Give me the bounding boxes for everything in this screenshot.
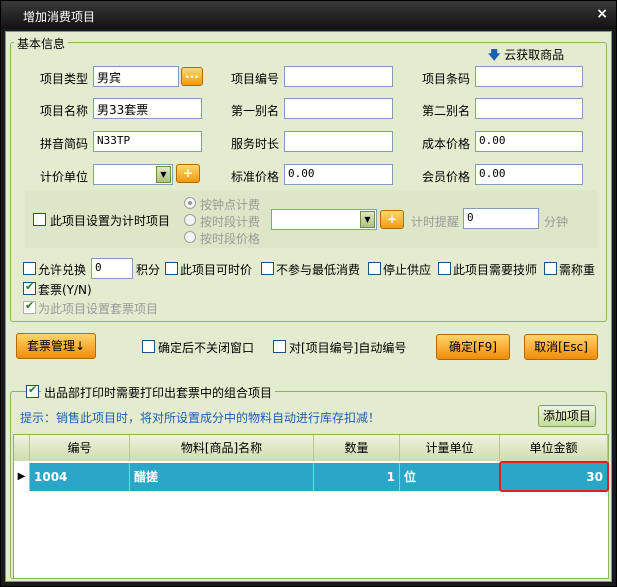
column-header-name[interactable]: 物料[商品]名称 bbox=[130, 435, 314, 461]
code-field[interactable] bbox=[284, 66, 393, 87]
barcode-label: 项目条码 bbox=[422, 72, 471, 86]
radio-by-hour[interactable] bbox=[184, 197, 196, 209]
radio-period-price-label: 按时段价格 bbox=[200, 232, 261, 246]
tech-label: 此项目需要技师 bbox=[453, 263, 538, 277]
timeprice-label: 此项目可时价 bbox=[180, 263, 253, 277]
chevron-down-icon[interactable]: ▼ bbox=[360, 211, 375, 228]
remind-unit: 分钟 bbox=[544, 215, 569, 229]
combo-print-label: 出品部打印时需要打印出套票中的组合项目 bbox=[41, 384, 276, 401]
set-package-label: 为此项目设置套票项目 bbox=[38, 302, 159, 316]
row-indicator-header bbox=[14, 435, 30, 461]
std-price-label: 标准价格 bbox=[231, 170, 280, 184]
exchange-points-field[interactable]: 0 bbox=[91, 258, 133, 279]
radio-by-period-label: 按时段计费 bbox=[200, 215, 261, 229]
timeprice-checkbox[interactable] bbox=[165, 262, 178, 275]
duration-label: 服务时长 bbox=[231, 137, 280, 151]
points-label: 积分 bbox=[136, 263, 161, 277]
member-price-label: 会员价格 bbox=[422, 170, 471, 184]
hint-text: 提示：销售此项目时，将对所设置成分中的物料自动进行库存扣减！ bbox=[20, 411, 381, 425]
code-label: 项目编号 bbox=[231, 72, 280, 86]
cloud-fetch-label: 云获取商品 bbox=[504, 48, 565, 62]
cell-unit[interactable]: 位 bbox=[400, 463, 500, 491]
timed-checkbox[interactable] bbox=[33, 213, 46, 226]
keep-open-label: 确定后不关闭窗口 bbox=[158, 341, 255, 355]
package-management-button[interactable]: 套票管理↓ bbox=[16, 333, 96, 359]
period-select[interactable]: ▼ bbox=[271, 209, 377, 230]
alias1-field[interactable] bbox=[284, 98, 393, 119]
unit-label: 计价单位 bbox=[40, 170, 89, 184]
type-browse-button[interactable]: ... bbox=[181, 67, 203, 86]
stop-supply-checkbox[interactable] bbox=[368, 262, 381, 275]
name-field[interactable]: 男33套票 bbox=[93, 98, 202, 119]
set-package-checkbox[interactable] bbox=[23, 299, 36, 314]
combo-table: 编号 物料[商品]名称 数量 计量单位 单位金额 ▶ 1004 醋搓 1 位 3… bbox=[13, 434, 609, 579]
download-arrow-icon: 🡇 bbox=[488, 48, 501, 62]
type-label: 项目类型 bbox=[40, 72, 89, 86]
column-header-unit[interactable]: 计量单位 bbox=[400, 435, 500, 461]
alias2-label: 第二别名 bbox=[422, 104, 471, 118]
unit-add-button[interactable]: + bbox=[176, 164, 200, 183]
weigh-label: 需称重 bbox=[559, 263, 596, 277]
auto-number-checkbox[interactable] bbox=[273, 340, 286, 353]
dialog-body: 基本信息 🡇 云获取商品 项目类型 男宾 ... 项目编号 项目条码 项目名称 … bbox=[5, 31, 612, 582]
pinyin-label: 拼音简码 bbox=[40, 137, 89, 151]
radio-by-hour-label: 按钟点计费 bbox=[200, 198, 261, 212]
column-header-price[interactable]: 单位金额 bbox=[500, 435, 608, 461]
close-icon[interactable]: × bbox=[596, 6, 608, 22]
pinyin-field[interactable]: N33TP bbox=[93, 131, 202, 152]
duration-field[interactable] bbox=[284, 131, 393, 152]
radio-period-price[interactable] bbox=[184, 231, 196, 243]
alias1-label: 第一别名 bbox=[231, 104, 280, 118]
remind-label: 计时提醒 bbox=[411, 215, 460, 229]
package-checkbox[interactable] bbox=[23, 280, 36, 295]
row-pointer-icon: ▶ bbox=[14, 463, 30, 491]
package-label: 套票(Y/N) bbox=[38, 283, 92, 297]
period-add-button[interactable]: + bbox=[380, 210, 404, 229]
no-min-label: 不参与最低消费 bbox=[276, 263, 361, 277]
basic-info-legend: 基本信息 bbox=[14, 35, 69, 52]
weigh-checkbox[interactable] bbox=[544, 262, 557, 275]
column-header-code[interactable]: 编号 bbox=[30, 435, 130, 461]
remind-field[interactable]: 0 bbox=[463, 208, 539, 229]
keep-open-checkbox[interactable] bbox=[142, 340, 155, 353]
ok-button[interactable]: 确定[F9] bbox=[436, 334, 510, 360]
window-title: 增加消费项目 bbox=[23, 10, 96, 24]
member-price-field[interactable]: 0.00 bbox=[475, 164, 583, 185]
title-bar[interactable]: 增加消费项目 × bbox=[1, 1, 616, 29]
cell-qty[interactable]: 1 bbox=[314, 463, 400, 491]
auto-number-label: 对[项目编号]自动编号 bbox=[289, 341, 407, 355]
alias2-field[interactable] bbox=[475, 98, 583, 119]
add-item-button[interactable]: 添加项目 bbox=[538, 405, 596, 427]
exchange-label: 允许兑换 bbox=[38, 263, 87, 277]
column-header-qty[interactable]: 数量 bbox=[314, 435, 400, 461]
exchange-checkbox[interactable] bbox=[23, 262, 36, 275]
dialog-window: 增加消费项目 × 基本信息 🡇 云获取商品 项目类型 男宾 ... 项目编号 项… bbox=[0, 0, 617, 587]
name-label: 项目名称 bbox=[40, 104, 89, 118]
radio-by-period[interactable] bbox=[184, 214, 196, 226]
cost-label: 成本价格 bbox=[422, 137, 471, 151]
cost-field[interactable]: 0.00 bbox=[475, 131, 583, 152]
unit-select[interactable]: ▼ bbox=[93, 164, 173, 185]
tech-checkbox[interactable] bbox=[438, 262, 451, 275]
cancel-button[interactable]: 取消[Esc] bbox=[524, 334, 598, 360]
combo-print-checkbox[interactable] bbox=[26, 383, 39, 398]
type-field[interactable]: 男宾 bbox=[93, 66, 179, 87]
chevron-down-icon[interactable]: ▼ bbox=[156, 166, 171, 183]
no-min-checkbox[interactable] bbox=[261, 262, 274, 275]
std-price-field[interactable]: 0.00 bbox=[284, 164, 393, 185]
cloud-fetch-button[interactable]: 🡇 云获取商品 bbox=[488, 46, 564, 67]
highlight-box bbox=[499, 461, 609, 492]
timed-checkbox-label: 此项目设置为计时项目 bbox=[50, 214, 171, 228]
cell-name[interactable]: 醋搓 bbox=[130, 463, 314, 491]
stop-supply-label: 停止供应 bbox=[383, 263, 432, 277]
cell-code[interactable]: 1004 bbox=[30, 463, 130, 491]
barcode-field[interactable] bbox=[475, 66, 583, 87]
